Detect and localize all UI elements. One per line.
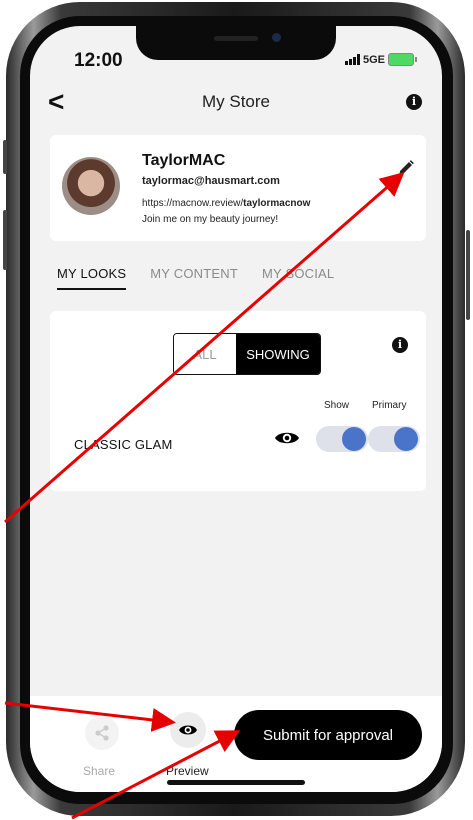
page-title: My Store xyxy=(201,92,271,111)
bottom-action-bar: Share Preview Submit for approval xyxy=(30,696,442,792)
pencil-icon[interactable] xyxy=(397,159,415,177)
share-button[interactable] xyxy=(85,716,119,750)
app-header: < My Store i xyxy=(30,86,442,122)
tab-my-looks[interactable]: MY LOOKS xyxy=(57,266,127,290)
profile-url: https://macnow.review/taylormacnow xyxy=(142,198,310,209)
profile-card: TaylorMAC taylormac@hausmart.com https:/… xyxy=(50,135,426,241)
filter-toggle: ALL SHOWING xyxy=(173,333,321,375)
preview-label: Preview xyxy=(166,764,209,778)
phone-side-button xyxy=(3,140,7,174)
looks-panel: ALL SHOWING i Show Primary CLASSIC GLAM xyxy=(50,311,426,491)
toggle-knob xyxy=(394,427,418,451)
phone-side-button xyxy=(466,230,470,320)
avatar xyxy=(62,157,120,215)
status-indicators: 5GE xyxy=(344,53,417,66)
eye-icon xyxy=(179,725,197,735)
show-toggle[interactable] xyxy=(316,426,368,452)
profile-url-handle: taylormacnow xyxy=(243,198,311,209)
profile-url-prefix: https://macnow.review/ xyxy=(142,198,244,209)
speaker xyxy=(214,36,258,41)
preview-button[interactable] xyxy=(170,712,206,748)
camera xyxy=(272,33,281,42)
profile-bio: Join me on my beauty journey! xyxy=(142,214,279,225)
app-screen: 12:00 5GE < My Store i TaylorMAC taylorm… xyxy=(30,26,442,792)
submit-for-approval-button[interactable]: Submit for approval xyxy=(234,710,422,760)
phone-side-button xyxy=(3,210,7,270)
info-icon[interactable]: i xyxy=(406,94,422,110)
filter-all-button[interactable]: ALL xyxy=(174,334,236,374)
look-name: CLASSIC GLAM xyxy=(74,437,173,452)
home-indicator xyxy=(167,780,305,785)
share-icon xyxy=(95,725,109,741)
column-header-show: Show xyxy=(324,400,350,411)
eye-icon[interactable] xyxy=(274,429,300,447)
primary-toggle[interactable] xyxy=(368,426,420,452)
share-label: Share xyxy=(83,764,116,778)
tab-my-social[interactable]: MY SOCIAL xyxy=(262,266,334,290)
filter-showing-button[interactable]: SHOWING xyxy=(236,334,320,374)
tab-bar: MY LOOKS MY CONTENT MY SOCIAL xyxy=(57,266,334,290)
phone-notch xyxy=(136,26,336,60)
profile-name: TaylorMAC xyxy=(142,152,226,169)
profile-email: taylormac@hausmart.com xyxy=(142,175,280,187)
signal-icon xyxy=(344,54,360,65)
column-header-primary: Primary xyxy=(372,400,407,411)
looks-info-icon[interactable]: i xyxy=(392,337,408,353)
toggle-knob xyxy=(342,427,366,451)
battery-icon xyxy=(388,53,417,66)
network-label: 5GE xyxy=(362,53,385,66)
status-time: 12:00 xyxy=(74,50,123,71)
tab-my-content[interactable]: MY CONTENT xyxy=(150,266,238,290)
